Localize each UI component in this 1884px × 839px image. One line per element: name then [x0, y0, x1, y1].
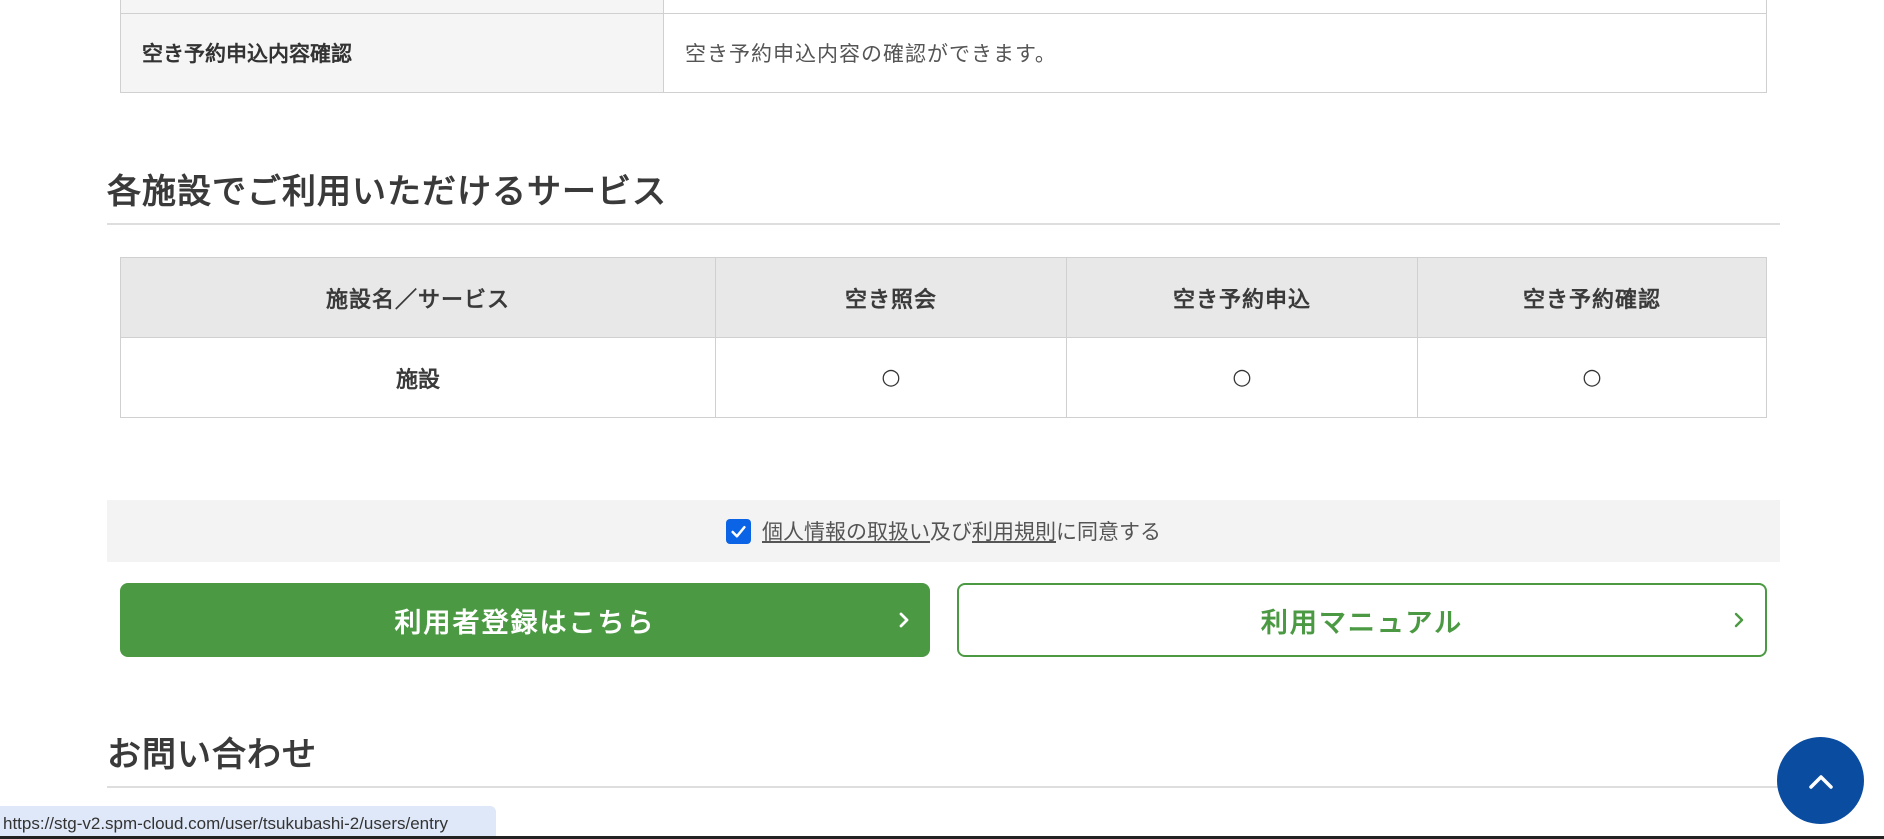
table-row-header: [120, 0, 664, 14]
agree-conjunction: 及び: [930, 520, 972, 544]
scroll-to-top-button[interactable]: [1777, 737, 1864, 824]
facility-name-cell: 施設: [120, 337, 716, 418]
column-header-availability: 空き照会: [715, 257, 1067, 338]
table-row: 空き予約申込内容確認 空き予約申込内容の確認ができます。: [120, 13, 1767, 93]
user-manual-button[interactable]: 利用マニュアル: [957, 583, 1767, 657]
contact-section-title: お問い合わせ: [107, 727, 1780, 788]
function-table: 空き予約申込内容確認 空き予約申込内容の確認ができます。: [120, 0, 1767, 93]
agree-suffix: に同意する: [1056, 520, 1161, 544]
user-registration-button-label: 利用者登録はこちら: [394, 607, 656, 639]
reservation-confirm-mark: ○: [1417, 337, 1767, 418]
table-row-header: 空き予約申込内容確認: [120, 13, 664, 93]
services-table: 施設名／サービス 空き照会 空き予約申込 空き予約確認 施設 ○ ○ ○: [120, 257, 1767, 418]
services-section-title: 各施設でご利用いただけるサービス: [107, 164, 1780, 225]
user-registration-button[interactable]: 利用者登録はこちら: [120, 583, 930, 657]
check-icon: [731, 525, 746, 538]
column-header-facility: 施設名／サービス: [120, 257, 716, 338]
chevron-right-icon: [899, 612, 909, 628]
agreement-bar: 個人情報の取扱い 及び 利用規則 に同意する: [107, 500, 1780, 562]
chevron-right-icon: [1734, 612, 1744, 628]
table-row-value: [663, 0, 1767, 14]
page: 空き予約申込内容確認 空き予約申込内容の確認ができます。 各施設でご利用いただけ…: [0, 0, 1884, 839]
user-manual-button-label: 利用マニュアル: [1260, 607, 1464, 639]
reservation-apply-mark: ○: [1066, 337, 1418, 418]
terms-of-use-link[interactable]: 利用規則: [972, 516, 1056, 546]
column-header-reservation-apply: 空き予約申込: [1066, 257, 1418, 338]
status-bar-url: https://stg-v2.spm-cloud.com/user/tsukub…: [0, 806, 496, 839]
table-row: 施設 ○ ○ ○: [120, 337, 1767, 418]
availability-mark: ○: [715, 337, 1067, 418]
table-header-row: 施設名／サービス 空き照会 空き予約申込 空き予約確認: [120, 257, 1767, 338]
table-row-value: 空き予約申込内容の確認ができます。: [663, 13, 1767, 93]
column-header-reservation-confirm: 空き予約確認: [1417, 257, 1767, 338]
privacy-policy-link[interactable]: 個人情報の取扱い: [762, 516, 930, 546]
chevron-up-icon: [1808, 774, 1833, 789]
agree-checkbox[interactable]: [726, 518, 751, 544]
